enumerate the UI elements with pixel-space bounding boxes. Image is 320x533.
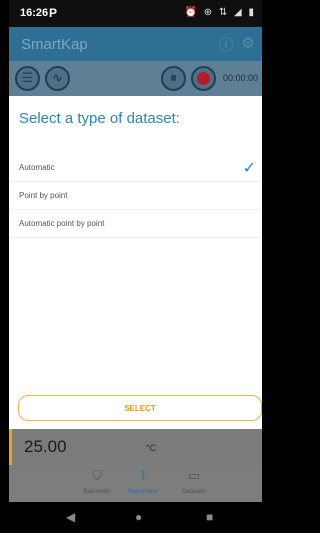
option-automatic[interactable]: Automatic ✓: [9, 154, 262, 182]
status-time: 16:26: [20, 7, 49, 19]
select-button[interactable]: SELECT: [18, 395, 262, 421]
chart-icon: ⌇: [139, 468, 147, 483]
check-icon: ✓: [242, 160, 256, 177]
option-automatic-point-by-point[interactable]: Automatic point by point: [9, 210, 262, 238]
option-label: Automatic: [19, 163, 55, 172]
tab-label: Datasets: [182, 489, 206, 495]
reading-unit: °C: [146, 443, 157, 453]
pause-icon: ⏸: [170, 70, 177, 85]
wave-button[interactable]: ∿: [45, 66, 70, 91]
bottom-navigation: ⛉ Balometer ⌇ Manometer ▭ Datasets: [9, 465, 262, 502]
folder-icon: ▭: [187, 468, 201, 483]
info-icon[interactable]: ⓘ: [216, 34, 236, 54]
timer-display: 00:00:00: [223, 73, 259, 83]
list-icon: ☰: [21, 70, 34, 85]
measurement-toolbar: ☰ ∿ ⏸ 00:00:00: [9, 61, 262, 96]
option-label: Point by point: [19, 191, 68, 200]
back-icon[interactable]: ◀: [66, 510, 75, 524]
cup-icon: ⛉: [92, 468, 102, 483]
app-title: SmartKap: [21, 36, 88, 53]
reading-accent-bar: [9, 429, 12, 465]
app-bar: SmartKap ⓘ ⚙: [9, 27, 262, 61]
option-point-by-point[interactable]: Point by point: [9, 182, 262, 210]
home-icon[interactable]: ●: [135, 510, 142, 524]
gear-icon[interactable]: ⚙: [238, 34, 258, 54]
app-notification-icon: P: [49, 6, 58, 20]
status-bar: 16:26 P ⏰ ⊕ ⇅ ◢ ▮: [9, 0, 262, 27]
recents-icon[interactable]: ■: [206, 510, 213, 524]
reading-value: 25.00: [24, 437, 67, 456]
dataset-type-dialog: Select a type of dataset: Automatic ✓ Po…: [9, 96, 262, 429]
reading-panel: 25.00 °C: [9, 429, 262, 465]
record-icon: [197, 72, 210, 85]
tab-datasets[interactable]: ▭ Datasets: [164, 467, 224, 500]
list-button[interactable]: ☰: [15, 66, 40, 91]
select-button-label: SELECT: [124, 404, 156, 413]
pause-button[interactable]: ⏸: [161, 66, 186, 91]
dialog-title: Select a type of dataset:: [19, 110, 180, 127]
sine-wave-icon: ∿: [52, 70, 63, 85]
status-icons: ⏰ ⊕ ⇅ ◢ ▮: [184, 7, 256, 18]
option-label: Automatic point by point: [19, 219, 105, 228]
record-button[interactable]: [191, 66, 216, 91]
system-navigation-bar: ◀ ● ■: [9, 502, 262, 533]
